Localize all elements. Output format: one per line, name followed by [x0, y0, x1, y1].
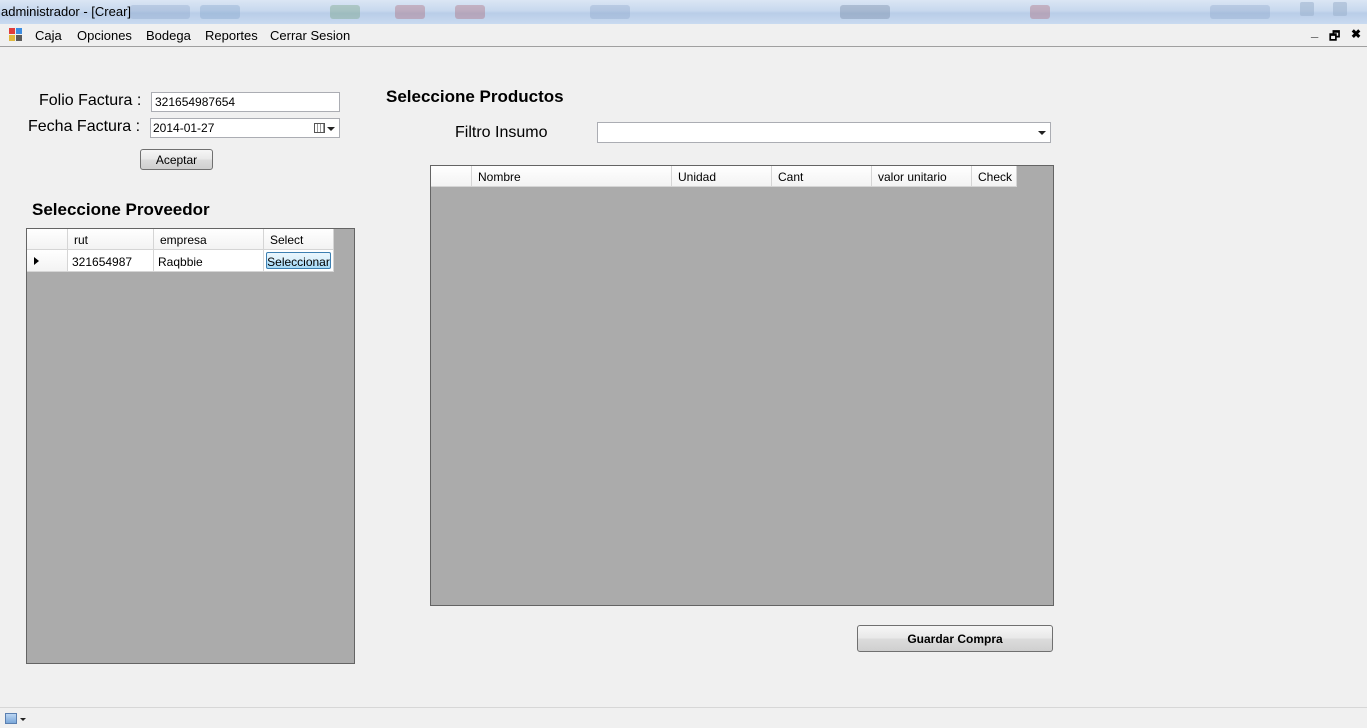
- window-close-button[interactable]: [1333, 2, 1347, 16]
- proveedor-grid-header: rut empresa Select: [27, 229, 334, 250]
- title-bar: administrador - [Crear]: [0, 0, 1367, 24]
- menu-bodega[interactable]: Bodega: [146, 28, 191, 43]
- filtro-insumo-label: Filtro Insumo: [455, 124, 548, 141]
- menu-bar: Caja Opciones Bodega Reportes Cerrar Ses…: [0, 24, 1367, 47]
- status-bar: [0, 707, 1367, 728]
- menu-cerrar-sesion[interactable]: Cerrar Sesion: [270, 28, 350, 43]
- blurred-taskbar-item: [1030, 5, 1050, 19]
- productos-grid-header: Nombre Unidad Cant valor unitario Check: [431, 166, 1017, 187]
- column-header-cant[interactable]: Cant: [772, 166, 872, 187]
- row-header-corner: [431, 166, 472, 187]
- column-header-nombre[interactable]: Nombre: [472, 166, 672, 187]
- fecha-factura-value: 2014-01-27: [153, 121, 215, 135]
- chevron-down-icon[interactable]: [327, 127, 335, 131]
- column-header-check[interactable]: Check: [972, 166, 1017, 187]
- window-minimize-button[interactable]: [1300, 2, 1314, 16]
- current-row-arrow-icon: [34, 257, 39, 265]
- fecha-factura-label: Fecha Factura :: [28, 118, 141, 135]
- mdi-minimize-button[interactable]: _: [1311, 24, 1318, 39]
- cell-rut[interactable]: 321654987: [68, 250, 154, 272]
- folio-factura-label: Folio Factura :: [39, 92, 142, 109]
- menu-reportes[interactable]: Reportes: [205, 28, 258, 43]
- blurred-taskbar-item: [200, 5, 240, 19]
- app-window-icon[interactable]: [9, 28, 23, 42]
- cell-select: Seleccionar: [264, 250, 334, 272]
- filtro-insumo-select[interactable]: [597, 122, 1051, 143]
- column-header-empresa[interactable]: empresa: [154, 229, 264, 250]
- image-status-icon[interactable]: [5, 713, 17, 724]
- blurred-taskbar-item: [590, 5, 630, 19]
- blurred-taskbar-item: [130, 5, 190, 19]
- column-header-rut[interactable]: rut: [68, 229, 154, 250]
- proveedor-grid[interactable]: rut empresa Select 321654987 Raqbbie Sel…: [26, 228, 355, 664]
- blurred-taskbar-item: [330, 5, 360, 19]
- seleccionar-button[interactable]: Seleccionar: [266, 252, 331, 269]
- row-header-corner: [27, 229, 68, 250]
- blurred-taskbar-item: [455, 5, 485, 19]
- calendar-icon[interactable]: [314, 123, 325, 133]
- blurred-taskbar-item: [840, 5, 890, 19]
- seleccione-productos-heading: Seleccione Productos: [386, 87, 564, 106]
- column-header-select[interactable]: Select: [264, 229, 334, 250]
- folio-factura-input[interactable]: 321654987654: [151, 92, 340, 112]
- chevron-down-icon[interactable]: [1038, 131, 1046, 135]
- menu-caja[interactable]: Caja: [35, 28, 62, 43]
- window-title: administrador - [Crear]: [1, 4, 132, 19]
- column-header-unidad[interactable]: Unidad: [672, 166, 772, 187]
- blurred-taskbar-item: [1210, 5, 1270, 19]
- productos-grid[interactable]: Nombre Unidad Cant valor unitario Check: [430, 165, 1054, 606]
- mdi-restore-button[interactable]: 🗗: [1329, 27, 1340, 48]
- chevron-down-icon[interactable]: [20, 718, 26, 721]
- aceptar-button[interactable]: Aceptar: [140, 149, 213, 170]
- guardar-compra-button[interactable]: Guardar Compra: [857, 625, 1053, 652]
- mdi-close-button[interactable]: ✖: [1351, 27, 1361, 41]
- cell-empresa[interactable]: Raqbbie: [154, 250, 264, 272]
- fecha-factura-datepicker[interactable]: 2014-01-27: [150, 118, 340, 138]
- table-row[interactable]: 321654987 Raqbbie Seleccionar: [27, 250, 334, 272]
- seleccione-proveedor-heading: Seleccione Proveedor: [32, 200, 210, 219]
- column-header-valor-unitario[interactable]: valor unitario: [872, 166, 972, 187]
- blurred-taskbar-item: [395, 5, 425, 19]
- row-header[interactable]: [27, 250, 68, 272]
- menu-opciones[interactable]: Opciones: [77, 28, 132, 43]
